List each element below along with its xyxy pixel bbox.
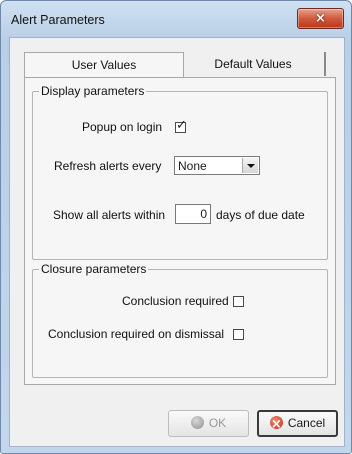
refresh-alerts-label: Refresh alerts every — [54, 159, 162, 173]
closure-parameters-legend: Closure parameters — [39, 262, 149, 276]
closure-parameters-group: Closure parameters Conclusion required C… — [32, 262, 328, 378]
dialog-body: User Values Default Values Display param… — [9, 37, 345, 447]
ok-label: OK — [208, 416, 227, 430]
cancel-button[interactable]: Cancel — [257, 410, 338, 437]
close-icon: × — [315, 11, 326, 26]
window-title: Alert Parameters — [11, 13, 105, 27]
conclusion-required-label: Conclusion required — [122, 294, 229, 308]
ok-icon — [190, 416, 204, 430]
days-input[interactable]: 0 — [175, 204, 211, 224]
checkmark-icon: ✓ — [176, 118, 187, 133]
refresh-interval-value: None — [178, 159, 207, 173]
conclusion-on-dismissal-checkbox[interactable] — [233, 329, 244, 340]
close-button[interactable]: × — [297, 8, 344, 29]
display-parameters-legend: Display parameters — [39, 84, 147, 98]
popup-on-login-label: Popup on login — [82, 120, 163, 134]
refresh-interval-select[interactable]: None — [174, 156, 260, 175]
popup-on-login-checkbox[interactable]: ✓ — [175, 118, 187, 133]
cancel-label: Cancel — [287, 416, 326, 430]
days-of-due-date-label: days of due date — [216, 208, 305, 222]
show-alerts-within-label: Show all alerts within — [53, 208, 166, 222]
tab-default-values[interactable]: Default Values — [182, 52, 326, 76]
conclusion-on-dismissal-label: Conclusion required on dismissal — [48, 327, 225, 341]
conclusion-required-checkbox[interactable] — [233, 296, 244, 307]
alert-parameters-dialog: Alert Parameters × User Values Default V… — [0, 0, 352, 454]
tab-user-values[interactable]: User Values — [24, 52, 184, 78]
tab-panel-user-values: Display parameters Popup on login ✓ Refr… — [24, 77, 336, 385]
ok-button[interactable]: OK — [168, 410, 249, 437]
display-parameters-group: Display parameters Popup on login ✓ Refr… — [32, 84, 328, 260]
cancel-icon — [269, 413, 283, 436]
title-bar[interactable]: Alert Parameters × — [1, 1, 351, 37]
chevron-down-icon[interactable] — [242, 158, 258, 173]
